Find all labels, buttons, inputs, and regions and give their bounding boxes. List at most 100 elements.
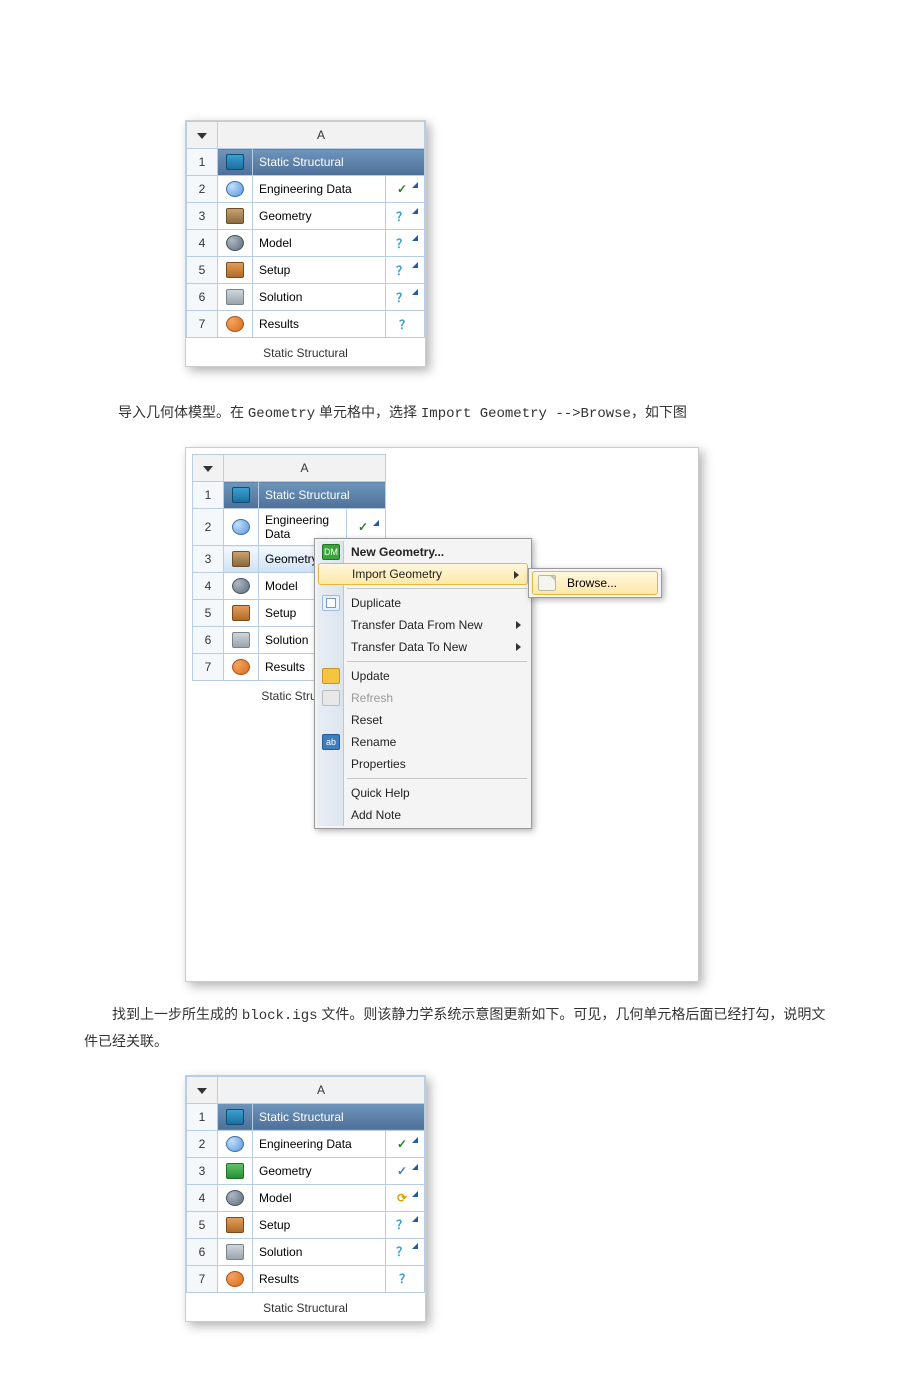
- row-num: 1: [187, 1103, 218, 1130]
- row-num: 5: [193, 600, 224, 627]
- corner-icon: [412, 1191, 418, 1197]
- column-header: A: [218, 1076, 425, 1103]
- solution-icon: [226, 1244, 244, 1260]
- row-num: 2: [187, 1130, 218, 1157]
- row-num: 3: [187, 203, 218, 230]
- engineering-data-cell[interactable]: Engineering Data: [253, 176, 386, 203]
- model-cell[interactable]: Model: [253, 1184, 386, 1211]
- model-icon: [226, 235, 244, 251]
- results-cell[interactable]: Results: [253, 311, 386, 338]
- update-icon: [322, 668, 340, 684]
- submenu-arrow-icon: [516, 621, 521, 629]
- system-title-cell[interactable]: Static Structural: [253, 1103, 425, 1130]
- menu-label: Browse...: [567, 576, 617, 590]
- corner-icon: [412, 1164, 418, 1170]
- setup-cell[interactable]: Setup: [253, 257, 386, 284]
- row-num: 2: [193, 509, 224, 546]
- menu-refresh: Refresh: [317, 687, 529, 709]
- system-title-cell[interactable]: Static Structural: [253, 149, 425, 176]
- dm-icon: DM: [322, 544, 340, 560]
- menu-label: Properties: [351, 757, 406, 771]
- corner-icon: [412, 208, 418, 214]
- status-question-icon: ？: [396, 237, 408, 251]
- static-structural-icon: [226, 154, 244, 170]
- menu-transfer-to[interactable]: Transfer Data To New: [317, 636, 529, 658]
- corner-icon: [412, 1137, 418, 1143]
- system-title-cell[interactable]: Static Structural: [259, 482, 386, 509]
- submenu-arrow-icon: [516, 643, 521, 651]
- row-num: 7: [193, 654, 224, 681]
- corner-icon: [412, 235, 418, 241]
- chevron-down-icon: [197, 133, 207, 139]
- menu-transfer-from[interactable]: Transfer Data From New: [317, 614, 529, 636]
- menu-import-geometry[interactable]: Import Geometry: [318, 563, 528, 585]
- geometry-cell[interactable]: Geometry: [253, 1157, 386, 1184]
- menu-rename[interactable]: ab Rename: [317, 731, 529, 753]
- model-icon: [226, 1190, 244, 1206]
- context-menu: DM New Geometry... Import Geometry Dupli…: [314, 538, 532, 829]
- row-num: 4: [193, 573, 224, 600]
- row-num: 7: [187, 311, 218, 338]
- results-cell[interactable]: Results: [253, 1265, 386, 1292]
- header-dropdown[interactable]: [187, 1076, 218, 1103]
- menu-duplicate[interactable]: Duplicate: [317, 592, 529, 614]
- menu-quick-help[interactable]: Quick Help: [317, 782, 529, 804]
- row-num: 3: [193, 546, 224, 573]
- paragraph-2: 找到上一步所生成的 block.igs 文件。则该静力学系统示意图更新如下。可见…: [84, 1002, 836, 1054]
- solution-cell[interactable]: Solution: [253, 284, 386, 311]
- header-dropdown[interactable]: [193, 455, 224, 482]
- header-dropdown[interactable]: [187, 122, 218, 149]
- system-panel-3: A 1 Static Structural 2 Engineering Data…: [185, 1075, 426, 1322]
- file-icon: [538, 575, 556, 591]
- row-num: 3: [187, 1157, 218, 1184]
- corner-icon: [412, 1243, 418, 1249]
- menu-label: New Geometry...: [351, 545, 444, 559]
- refresh-icon: [322, 690, 340, 706]
- corner-icon: [412, 1216, 418, 1222]
- geometry-cell[interactable]: Geometry: [253, 203, 386, 230]
- status-question-icon: ？: [396, 1245, 408, 1259]
- row-num: 5: [187, 1211, 218, 1238]
- column-header: A: [224, 455, 386, 482]
- corner-icon: [412, 262, 418, 268]
- model-cell[interactable]: Model: [253, 230, 386, 257]
- geometry-icon: [232, 551, 250, 567]
- row-num: 4: [187, 1184, 218, 1211]
- submenu-import-geometry: Browse...: [528, 568, 662, 598]
- row-num: 5: [187, 257, 218, 284]
- system-panel-2: A 1 Static Structural 2 Engineering Data…: [185, 447, 699, 982]
- menu-properties[interactable]: Properties: [317, 753, 529, 775]
- status-question-icon: ？: [396, 291, 408, 305]
- menu-reset[interactable]: Reset: [317, 709, 529, 731]
- geometry-icon: [226, 1163, 244, 1179]
- chevron-down-icon: [203, 466, 213, 472]
- model-icon: [232, 578, 250, 594]
- menu-label: Transfer Data To New: [351, 640, 467, 654]
- system-table-1: A 1 Static Structural 2 Engineering Data…: [186, 121, 425, 366]
- column-header: A: [218, 122, 425, 149]
- geometry-icon: [226, 208, 244, 224]
- setup-cell[interactable]: Setup: [253, 1211, 386, 1238]
- row-num: 1: [193, 482, 224, 509]
- engineering-data-icon: [226, 181, 244, 197]
- menu-label: Transfer Data From New: [351, 618, 483, 632]
- status-question-icon: ？: [396, 264, 408, 278]
- system-caption: Static Structural: [187, 1292, 425, 1321]
- status-check-icon: ✓: [397, 182, 407, 196]
- menu-new-geometry[interactable]: DM New Geometry...: [317, 541, 529, 563]
- submenu-browse[interactable]: Browse...: [532, 571, 658, 595]
- menu-label: Quick Help: [351, 786, 410, 800]
- setup-icon: [232, 605, 250, 621]
- status-question-icon: ？: [396, 1218, 408, 1232]
- status-question-icon: ？: [396, 210, 408, 224]
- row-num: 6: [187, 1238, 218, 1265]
- engineering-data-cell[interactable]: Engineering Data: [253, 1130, 386, 1157]
- menu-update[interactable]: Update: [317, 665, 529, 687]
- corner-icon: [373, 520, 379, 526]
- setup-icon: [226, 262, 244, 278]
- solution-cell[interactable]: Solution: [253, 1238, 386, 1265]
- menu-add-note[interactable]: Add Note: [317, 804, 529, 826]
- menu-label: Update: [351, 669, 390, 683]
- status-check-icon: ✓: [358, 520, 368, 534]
- submenu-arrow-icon: [514, 571, 519, 579]
